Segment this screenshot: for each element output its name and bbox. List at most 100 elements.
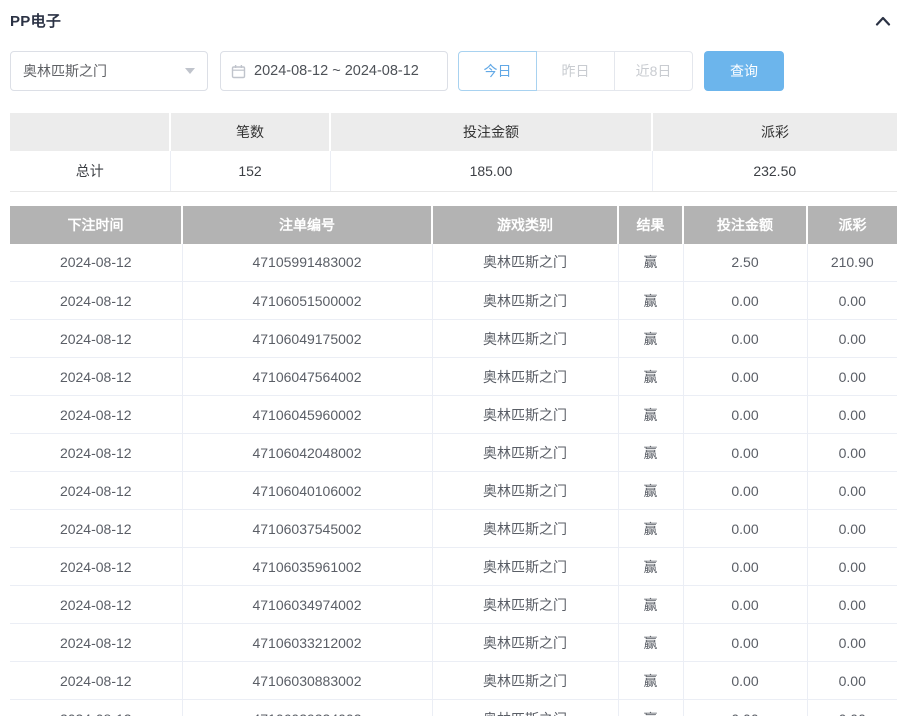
table-cell: 0.00 <box>682 699 807 716</box>
table-cell: 2024-08-12 <box>10 243 182 282</box>
table-cell: 0.00 <box>682 357 807 396</box>
today-button[interactable]: 今日 <box>458 51 537 91</box>
summary-total-count: 152 <box>169 151 330 192</box>
summary-header-count: 笔数 <box>169 113 330 151</box>
calendar-icon <box>231 64 246 79</box>
game-select[interactable]: 奥林匹斯之门 <box>10 51 208 91</box>
query-button[interactable]: 查询 <box>704 51 784 91</box>
table-cell: 47106051500002 <box>181 281 432 320</box>
table-cell: 赢 <box>617 623 683 662</box>
table-cell: 奥林匹斯之门 <box>431 623 618 662</box>
summary-header-bet-amount: 投注金额 <box>329 113 652 151</box>
table-cell: 0.00 <box>806 623 897 662</box>
table-row: 2024-08-12 47106033212002 奥林匹斯之门赢 0.00 0.00 <box>10 623 897 662</box>
table-cell: 2024-08-12 <box>10 433 182 472</box>
table-cell: 2024-08-12 <box>10 699 182 716</box>
summary-table: 笔数 投注金额 派彩 总计 152 185.00 232.50 <box>10 113 897 192</box>
table-cell: 0.00 <box>682 319 807 358</box>
table-cell: 2024-08-12 <box>10 471 182 510</box>
table-cell: 0.00 <box>682 471 807 510</box>
table-cell: 奥林匹斯之门 <box>431 661 618 700</box>
header-payout: 派彩 <box>806 205 897 244</box>
bet-table-body: 2024-08-12 47105991483002 奥林匹斯之门赢 2.50 210.9… <box>10 243 897 716</box>
table-cell: 210.90 <box>806 243 897 282</box>
bet-table-header-row: 下注时间 注单编号 游戏类别 结果 投注金额 派彩 <box>10 205 897 244</box>
table-cell: 奥林匹斯之门 <box>431 243 618 282</box>
table-row: 2024-08-12 47106042048002 奥林匹斯之门赢 0.00 0.00 <box>10 433 897 472</box>
table-cell: 赢 <box>617 243 683 282</box>
table-cell: 赢 <box>617 661 683 700</box>
table-cell: 2024-08-12 <box>10 547 182 586</box>
chevron-down-icon <box>185 68 195 74</box>
last-8-days-button[interactable]: 近8日 <box>614 51 693 91</box>
table-cell: 0.00 <box>806 547 897 586</box>
table-cell: 赢 <box>617 357 683 396</box>
table-cell: 47105991483002 <box>181 243 432 282</box>
summary-total-label: 总计 <box>10 151 170 192</box>
table-row: 2024-08-12 47106034974002 奥林匹斯之门赢 0.00 0.00 <box>10 585 897 624</box>
table-row: 2024-08-12 47106045960002 奥林匹斯之门赢 0.00 0.00 <box>10 395 897 434</box>
table-cell: 0.00 <box>682 623 807 662</box>
table-cell: 47106030883002 <box>181 661 432 700</box>
summary-total-bet-amount: 185.00 <box>329 151 652 192</box>
table-cell: 0.00 <box>806 281 897 320</box>
table-cell: 2024-08-12 <box>10 509 182 548</box>
bet-records-table: 下注时间 注单编号 游戏类别 结果 投注金额 派彩 2024-08-12 4710… <box>10 205 897 716</box>
table-cell: 47106035961002 <box>181 547 432 586</box>
table-cell: 47106037545002 <box>181 509 432 548</box>
table-cell: 47106047564002 <box>181 357 432 396</box>
summary-total-payout: 232.50 <box>651 151 897 192</box>
table-cell: 2024-08-12 <box>10 623 182 662</box>
table-cell: 2024-08-12 <box>10 661 182 700</box>
table-cell: 赢 <box>617 585 683 624</box>
table-cell: 奥林匹斯之门 <box>431 585 618 624</box>
summary-header-payout: 派彩 <box>651 113 897 151</box>
table-row: 2024-08-12 47106051500002 奥林匹斯之门赢 0.00 0.00 <box>10 281 897 320</box>
table-cell: 赢 <box>617 433 683 472</box>
table-cell: 奥林匹斯之门 <box>431 433 618 472</box>
table-row: 2024-08-12 47106040106002 奥林匹斯之门赢 0.00 0.00 <box>10 471 897 510</box>
panel-header: PP电子 <box>10 0 897 31</box>
date-range-value: 2024-08-12 ~ 2024-08-12 <box>254 63 419 79</box>
header-order-number: 注单编号 <box>181 205 432 244</box>
table-cell: 47106033212002 <box>181 623 432 662</box>
table-cell: 2024-08-12 <box>10 281 182 320</box>
chevron-up-icon <box>875 15 891 27</box>
table-cell: 赢 <box>617 319 683 358</box>
table-cell: 奥林匹斯之门 <box>431 699 618 716</box>
table-cell: 0.00 <box>682 585 807 624</box>
table-cell: 0.00 <box>806 433 897 472</box>
date-range-picker[interactable]: 2024-08-12 ~ 2024-08-12 <box>220 51 448 91</box>
table-cell: 奥林匹斯之门 <box>431 357 618 396</box>
table-cell: 赢 <box>617 547 683 586</box>
table-cell: 0.00 <box>682 433 807 472</box>
table-cell: 2024-08-12 <box>10 357 182 396</box>
header-bet-amount: 投注金额 <box>682 205 807 244</box>
page-title: PP电子 <box>10 13 62 30</box>
table-row: 2024-08-1247106029224002奥林匹斯之门赢0.000.00 <box>10 699 897 716</box>
header-game-type: 游戏类别 <box>431 205 618 244</box>
table-cell: 奥林匹斯之门 <box>431 281 618 320</box>
table-cell: 0.00 <box>682 661 807 700</box>
table-cell: 0.00 <box>806 699 897 716</box>
table-cell: 奥林匹斯之门 <box>431 319 618 358</box>
table-cell: 0.00 <box>806 319 897 358</box>
yesterday-button[interactable]: 昨日 <box>536 51 615 91</box>
table-cell: 2.50 <box>682 243 807 282</box>
summary-header-row: 笔数 投注金额 派彩 <box>10 113 897 151</box>
quick-date-button-group: 今日 昨日 近8日 <box>458 51 693 91</box>
table-row: 2024-08-12 47106047564002 奥林匹斯之门赢 0.00 0.00 <box>10 357 897 396</box>
table-cell: 赢 <box>617 699 683 716</box>
pp-electronic-panel: PP电子 奥林匹斯之门 2024-08-12 ~ 2024-08-12 今日 昨… <box>0 0 907 716</box>
table-cell: 0.00 <box>806 661 897 700</box>
table-cell: 奥林匹斯之门 <box>431 395 618 434</box>
table-cell: 赢 <box>617 281 683 320</box>
table-cell: 0.00 <box>806 395 897 434</box>
table-cell: 赢 <box>617 509 683 548</box>
collapse-button[interactable] <box>871 11 895 31</box>
table-cell: 47106045960002 <box>181 395 432 434</box>
table-cell: 0.00 <box>682 395 807 434</box>
table-row: 2024-08-12 47106030883002 奥林匹斯之门赢 0.00 0.00 <box>10 661 897 700</box>
table-cell: 47106042048002 <box>181 433 432 472</box>
summary-header-empty <box>10 113 170 151</box>
